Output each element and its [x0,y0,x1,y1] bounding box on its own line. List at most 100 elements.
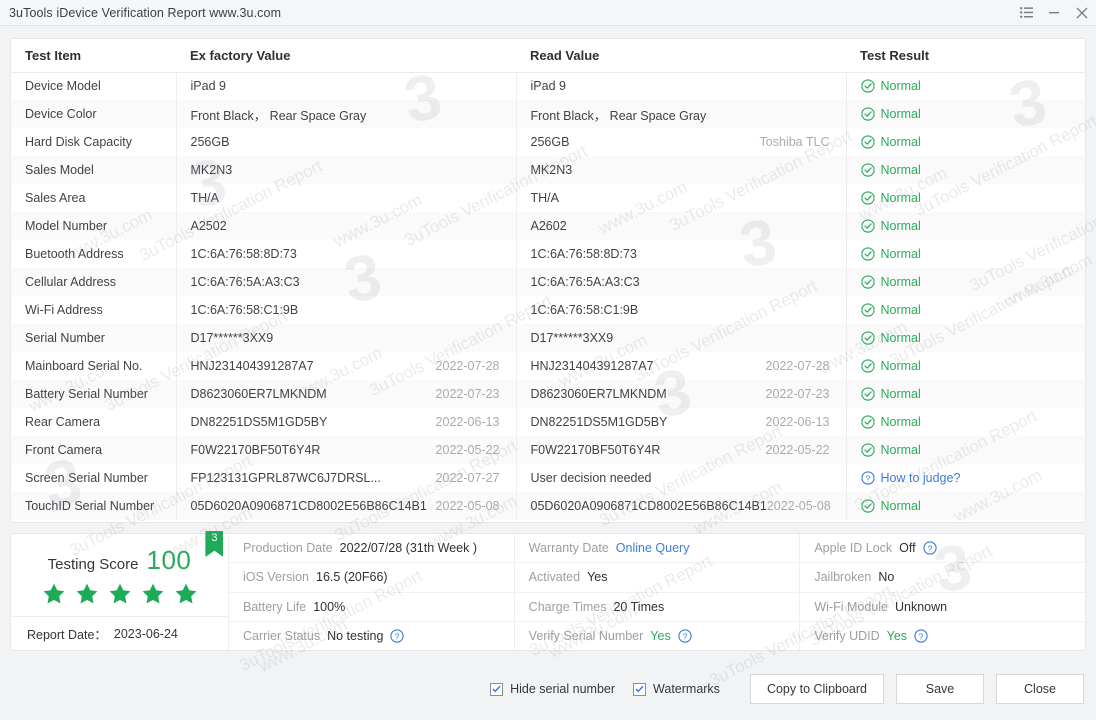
info-row: Verify UDID Yes? [800,622,1085,650]
ex-value-date: 2022-07-27 [435,471,500,485]
watermarks-checkbox[interactable]: Watermarks [633,682,720,696]
cell-read-value: HNJ231404391287A7 2022-07-28 [515,352,846,380]
check-circle-icon [860,387,875,401]
header-test-item: Test Item [11,39,176,73]
cell-test-result: Normal [845,268,1085,296]
help-icon[interactable]: ? [914,629,928,643]
help-icon[interactable]: ? [678,629,692,643]
close-icon[interactable] [1068,0,1096,26]
info-row: Jailbroken No [800,563,1086,593]
ex-value-main: 256GB [190,135,230,149]
cell-read-value: 1C:6A:76:5A:A3:C3 [515,268,846,296]
info-value: Unknown [894,599,948,614]
cell-test-result[interactable]: ? How to judge? [845,464,1085,492]
cell-read-value: DN82251DS5M1GD5BY 2022-06-13 [515,408,846,436]
copy-to-clipboard-button[interactable]: Copy to Clipboard [749,674,884,704]
cell-test-item: Device Color [25,107,97,121]
info-value: Yes [650,628,671,643]
score-ribbon-badge: 3 [205,531,224,557]
cell-test-item: Buetooth Address [25,247,124,261]
ex-value-main: iPad 9 [190,79,226,94]
info-row[interactable]: Warranty Date Online Query [514,534,800,564]
info-row: iOS Version 16.5 (20F66) [229,563,514,593]
cell-test-item: Cellular Address [25,275,117,289]
table-row: Model Number A2502 A2602 Normal [11,212,1085,240]
read-value-sub: 2022-06-13 [765,415,830,429]
summary-card: Testing Score 100 3 Report Date： 2023-06… [10,531,1086,651]
info-label: Activated [528,570,581,585]
read-value-main: iPad 9 [530,79,566,94]
info-value: 16.5 (20F66) [316,570,388,585]
check-circle-icon [860,163,875,177]
cell-ex-factory-value: 05D6020A0906871CD8002E56B86C14B1 2022-05-… [175,492,516,520]
cell-test-item: Rear Camera [25,415,101,429]
hide-serial-number-checkbox-box[interactable] [490,682,504,696]
cell-test-result: Normal [845,492,1085,520]
read-value-sub: Toshiba TLC [759,135,830,149]
ex-value-main: 05D6020A0906871CD8002E56B86C14B1 [190,499,427,513]
close-button[interactable]: Close [996,674,1084,704]
help-icon[interactable]: ? [390,629,405,643]
list-icon[interactable] [1012,0,1040,26]
help-icon[interactable]: ? [922,541,937,555]
cell-read-value: MK2N3 [515,156,846,184]
header-read-value: Read Value [516,39,846,73]
info-value[interactable]: Online Query [616,541,690,555]
cell-test-item: Front Camera [25,443,103,457]
ex-value-main: FP123131GPRL87WC6J7DRSL... [190,471,381,485]
ex-value-main: D8623060ER7LMKNDM [190,387,327,401]
minimize-icon[interactable] [1040,0,1068,26]
table-row: Mainboard Serial No. HNJ231404391287A7 202… [11,352,1085,380]
info-value: Yes [587,570,608,585]
read-value-main: 05D6020A0906871CD8002E56B86C14B1 [530,499,767,513]
cell-ex-factory-value: MK2N3 [175,156,516,184]
hide-serial-number-checkbox[interactable]: Hide serial number [490,682,615,696]
header-test-result: Test Result [846,39,1085,73]
read-value-sub: 2022-05-08 [766,499,831,513]
table-header-row: Test Item Ex factory Value Read Value Te… [11,39,1085,73]
cell-test-item: Hard Disk Capacity [25,135,132,149]
result-status-label: Normal [880,499,921,513]
title-bar: 3uTools iDevice Verification Report www.… [0,0,1096,26]
info-value: No [878,570,895,585]
cell-ex-factory-value: HNJ231404391287A7 2022-07-28 [175,352,516,380]
cell-test-item: Wi-Fi Address [25,303,103,317]
info-pane-2: Warranty Date Online Query Activated Yes Cha… [514,534,801,650]
cell-ex-factory-value: 1C:6A:76:5A:A3:C3 [175,268,516,296]
cell-test-result: Normal [845,100,1085,128]
table-row: Rear Camera DN82251DS5M1GD5BY 2022-06-13 DN… [11,408,1085,436]
score-pane: Testing Score 100 3 Report Date： 2023-06… [11,531,229,650]
save-button[interactable]: Save [896,674,984,704]
read-value-main: DN82251DS5M1GD5BY [530,415,668,429]
result-status-label: Normal [880,219,921,233]
check-circle-icon [860,191,875,205]
how-to-judge-link[interactable]: How to judge? [881,471,961,485]
ex-value-main: DN82251DS5M1GD5BY [190,415,328,429]
result-status-label: Normal [880,191,921,205]
cell-test-item: Battery Serial Number [25,387,148,401]
cell-test-item: Sales Area [25,191,86,205]
footer-bar: Hide serial number Watermarks Copy to Cl… [0,658,1096,720]
table-row: Device Model iPad 9 iPad 9 Normal [11,72,1085,100]
ex-value-main: TH/A [190,191,219,205]
info-label: Production Date [243,541,333,556]
check-circle-icon [860,107,875,121]
read-value-sub: 2022-07-28 [765,359,830,373]
table-row: Hard Disk Capacity 256GB 256GB Toshiba TLC N… [11,128,1085,156]
cell-read-value: Front Black， Rear Space Gray [515,100,846,128]
cell-test-result: Normal [845,72,1085,100]
watermarks-label: Watermarks [653,682,720,696]
info-value: 2022/07/28 (31th Week ) [339,541,478,556]
cell-test-result: Normal [845,156,1085,184]
cell-ex-factory-value: FP123131GPRL87WC6J7DRSL... 2022-07-27 [175,464,516,492]
cell-read-value: 1C:6A:76:58:8D:73 [515,240,846,268]
read-value-main: D8623060ER7LMKNDM [530,387,667,401]
cell-read-value: 1C:6A:76:58:C1:9B [515,296,846,324]
table-row: Battery Serial Number D8623060ER7LMKNDM 20… [11,380,1085,408]
cell-test-result: Normal [845,128,1085,156]
cell-read-value: 05D6020A0906871CD8002E56B86C14B1 2022-05-… [515,492,846,520]
read-value-main: A2602 [530,219,567,233]
watermarks-checkbox-box[interactable] [633,682,647,696]
result-status-label: Normal [880,247,921,261]
hide-serial-number-label: Hide serial number [510,682,616,696]
